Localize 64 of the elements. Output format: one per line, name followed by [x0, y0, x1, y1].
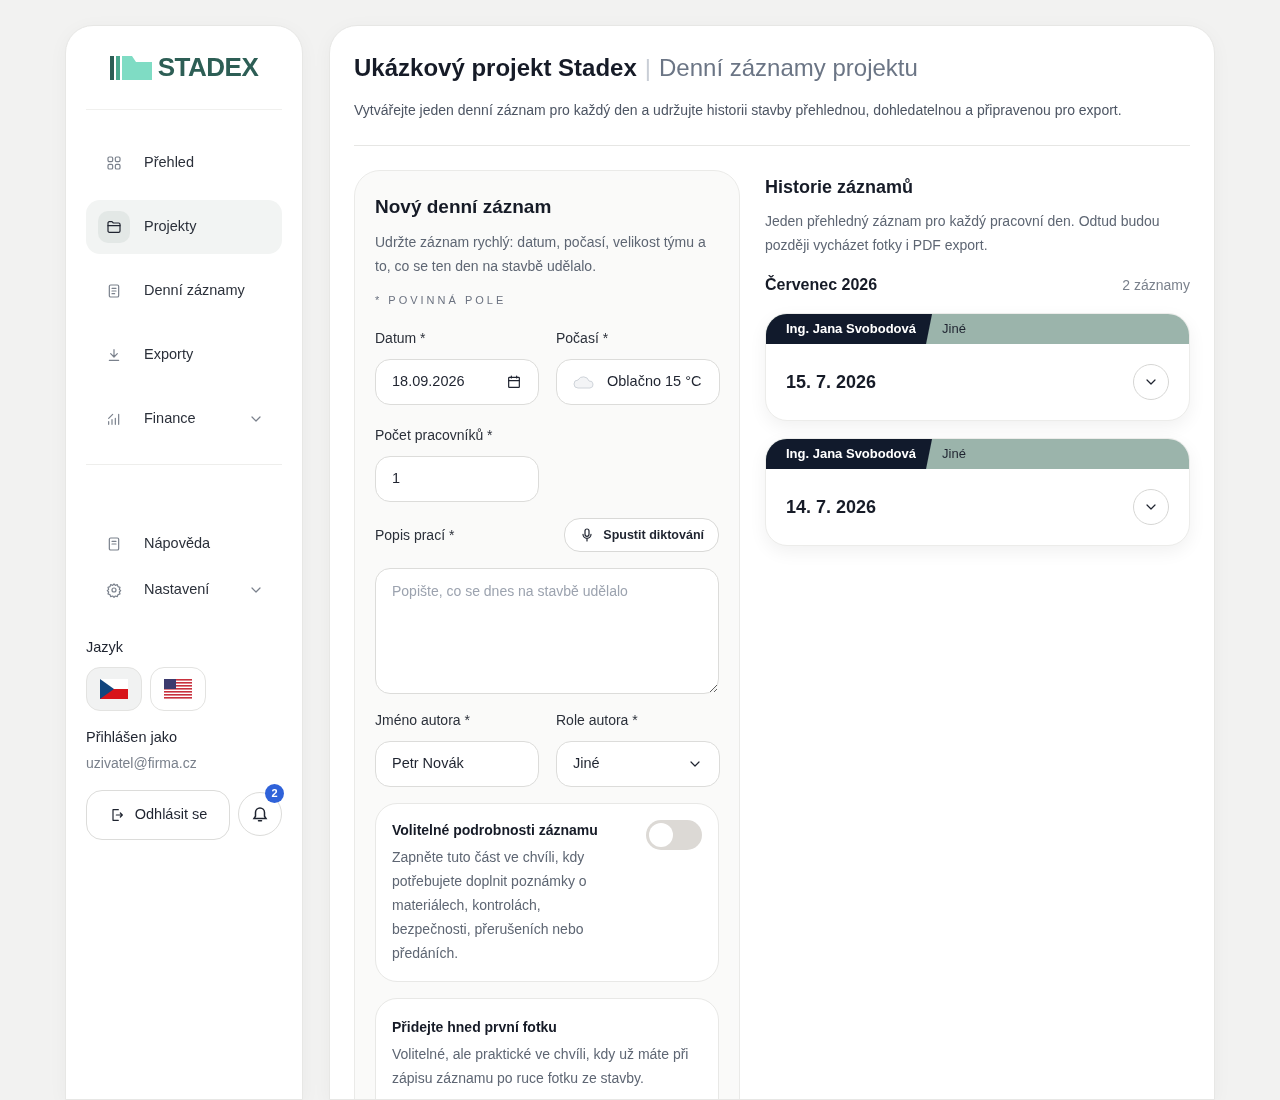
entry-count: 2 záznamy	[1122, 275, 1190, 295]
document-icon	[106, 283, 122, 299]
date-field[interactable]: 18.09.2026	[375, 359, 539, 405]
cloud-icon	[573, 375, 595, 389]
input-field[interactable]: 1	[375, 456, 539, 502]
logged-in-label: Přihlášen jako	[86, 727, 179, 747]
optional-title: Volitelné podrobnosti záznamu	[392, 821, 599, 840]
entry-date: 15. 7. 2026	[786, 370, 877, 394]
page-title: Denní záznamy projektu	[659, 53, 918, 83]
field-label: Počasí *	[556, 329, 610, 348]
input-field[interactable]: Petr Novák	[375, 741, 539, 787]
notifications-button[interactable]	[238, 791, 282, 836]
language-label: Jazyk	[86, 638, 125, 657]
language-button[interactable]	[150, 666, 206, 711]
photo-description: Volitelné, ale praktické ve chvíli, kdy už máte při zápisu záznamu po ruce fotku ze stavby.	[392, 1045, 690, 1088]
czech-flag-icon	[100, 678, 128, 699]
field-label: Datum *	[375, 329, 427, 348]
title-separator: |	[644, 53, 652, 83]
dictation-button[interactable]: Spustit diktování	[564, 518, 719, 552]
role-label: Jiné	[941, 445, 966, 464]
sidebar-item[interactable]: Přehled	[86, 136, 282, 190]
calendar-icon	[506, 374, 522, 390]
document-icon	[106, 536, 122, 552]
download-icon	[106, 347, 122, 363]
project-title: Ukázkový projekt Stadex	[354, 53, 637, 83]
month-heading: Červenec 2026	[765, 274, 878, 295]
notification-count: 2	[265, 783, 284, 803]
sidebar-item[interactable]: Finance	[86, 392, 282, 446]
sidebar-item[interactable]: Nastavení	[86, 567, 282, 613]
folder-icon	[106, 219, 122, 235]
role-select[interactable]: Jiné	[556, 741, 720, 787]
logo-icon	[109, 53, 152, 82]
sidebar-item[interactable]: Projekty	[86, 200, 282, 254]
optional-toggle[interactable]	[646, 820, 702, 850]
author-tag: Ing. Jana Svobodová	[766, 314, 933, 344]
role-label: Jiné	[941, 320, 966, 339]
chart-icon	[106, 411, 122, 427]
required-note: * POVINNÁ POLE	[375, 292, 508, 308]
sidebar-item[interactable]: Exporty	[86, 328, 282, 382]
form-description: Udržte záznam rychlý: datum, počasí, velikost týmu a to, co se ten den na stavbě udělalo.	[375, 232, 707, 276]
field-label: Popis prací *	[375, 525, 455, 545]
form-title: Nový denní záznam	[375, 195, 553, 219]
user-email: uzivatel@firma.cz	[86, 753, 198, 773]
sidebar-item[interactable]: Denní záznamy	[86, 264, 282, 318]
history-title: Historie záznamů	[765, 176, 915, 199]
field-label: Jméno autora *	[375, 711, 471, 730]
page-description: Vytvářejte jeden denní záznam pro každý den a udržujte historii stavby přehlednou, dohledatelnou a připravenou pro export.	[354, 100, 1190, 146]
bell-icon	[251, 804, 269, 823]
entry-date: 14. 7. 2026	[786, 495, 877, 519]
sidebar-item[interactable]: Nápověda	[86, 521, 282, 567]
work-description-field[interactable]: Popište, co se dnes na stavbě udělalo	[375, 568, 719, 694]
us-flag-icon	[164, 678, 192, 699]
field-label: Role autora *	[556, 711, 639, 730]
optional-description: Zapněte tuto část ve chvíli, kdy potřebujete doplnit poznámky o materiálech, kontrolách, bezpečnosti, přerušeních nebo předáních.	[392, 848, 588, 963]
gear-icon	[106, 582, 122, 598]
language-button[interactable]	[86, 666, 142, 711]
author-tag: Ing. Jana Svobodová	[766, 439, 933, 469]
field-label: Počet pracovníků *	[375, 426, 494, 445]
weather-field[interactable]: Oblačno 15 °C	[556, 359, 720, 405]
history-description: Jeden přehledný záznam pro každý pracovní den. Odtud budou později vycházet fotky i PDF export.	[765, 212, 1161, 255]
logout-button[interactable]: Odhlásit se	[86, 789, 230, 840]
logo-text: STADEX	[157, 51, 259, 84]
grid-icon	[106, 155, 122, 171]
photo-title: Přidejte hned první fotku	[392, 1018, 558, 1037]
